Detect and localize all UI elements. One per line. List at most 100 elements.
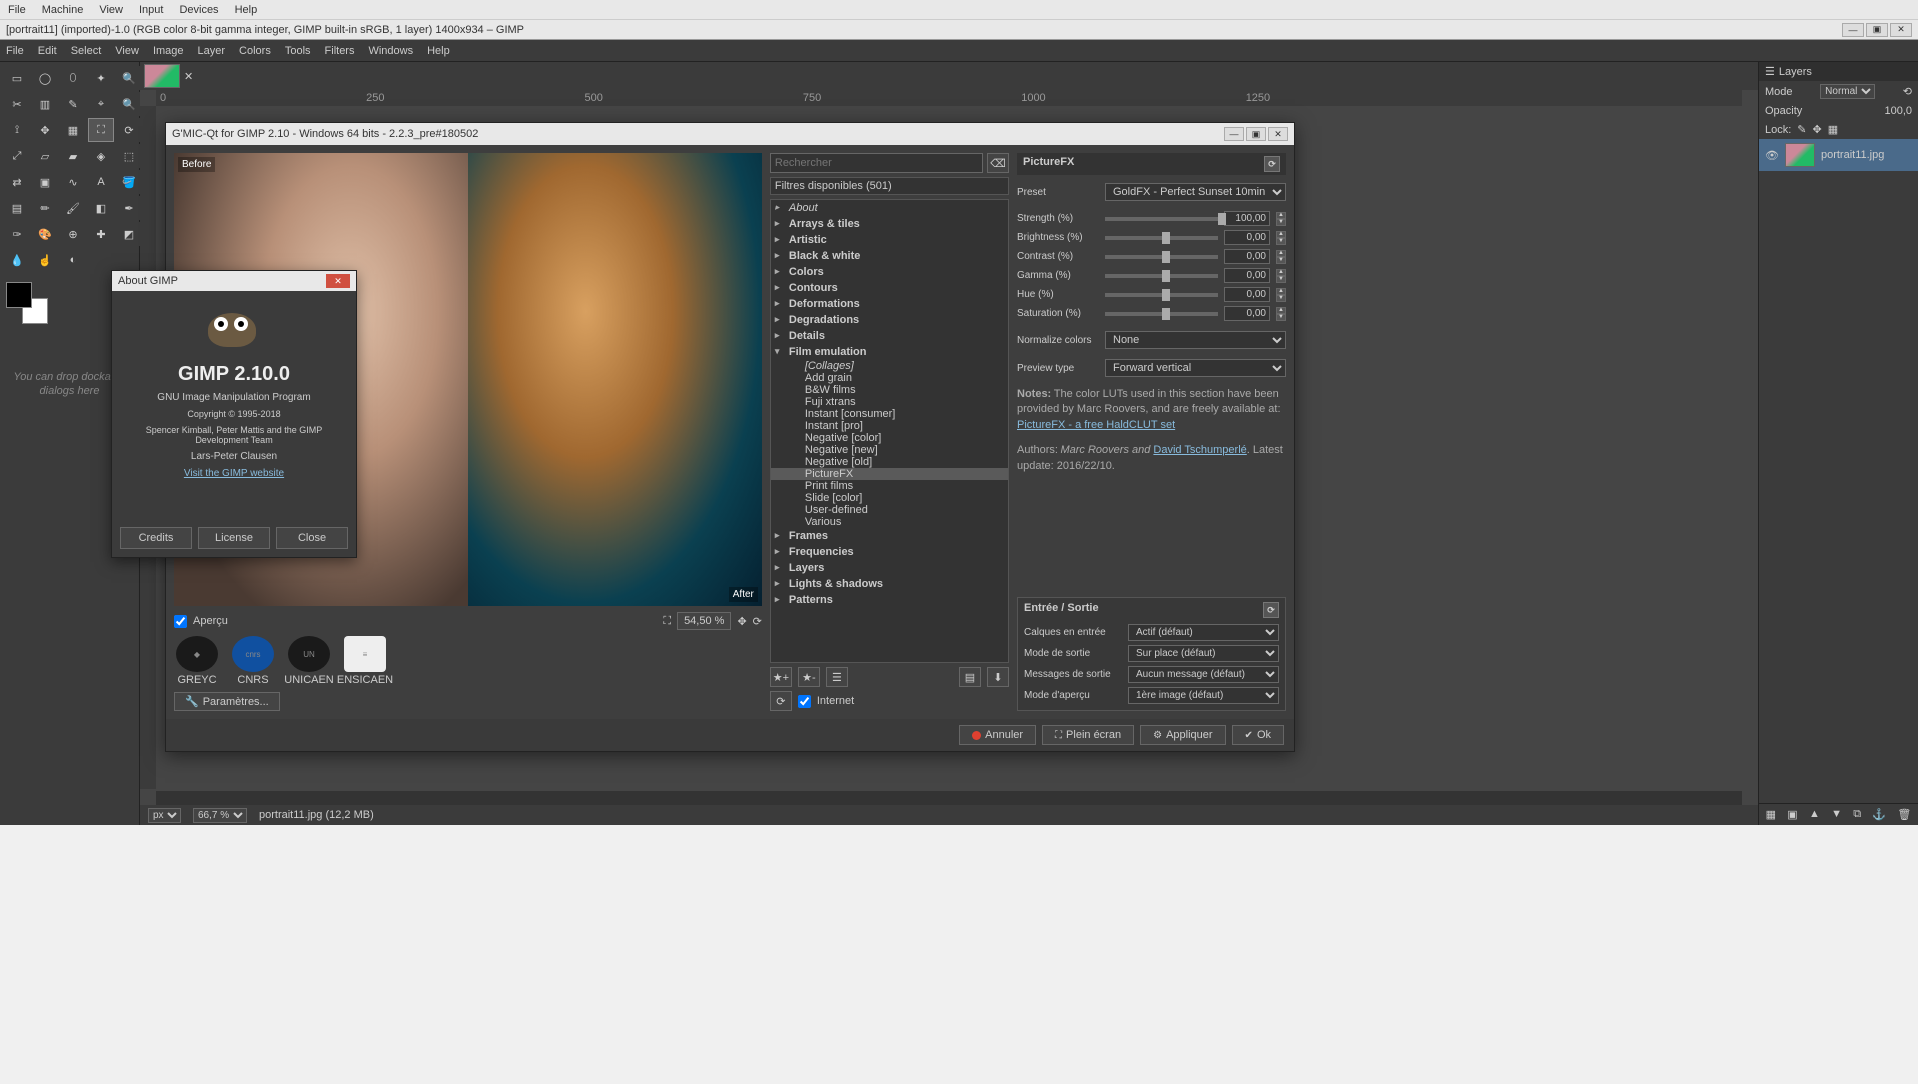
lock-pixels-icon[interactable]: ✎ xyxy=(1797,123,1806,136)
slider-value[interactable]: 100,00 xyxy=(1224,211,1270,226)
slider-spinner[interactable]: ▲▼ xyxy=(1276,307,1286,321)
io-select[interactable]: Sur place (défaut) xyxy=(1128,645,1279,662)
minimize-button[interactable]: — xyxy=(1842,23,1864,37)
menu-select[interactable]: Select xyxy=(71,45,102,57)
category-item[interactable]: Arrays & tiles xyxy=(771,216,1008,232)
slider-spinner[interactable]: ▲▼ xyxy=(1276,231,1286,245)
tool-flip[interactable]: ⇄ xyxy=(4,170,30,194)
category-item[interactable]: Deformations xyxy=(771,296,1008,312)
menu-filters[interactable]: Filters xyxy=(325,45,355,57)
sponsor-unicaen[interactable]: UNUNICAEN xyxy=(286,636,332,686)
gmic-maximize[interactable]: ▣ xyxy=(1246,127,1266,141)
filter-item[interactable]: Fuji xtrans xyxy=(771,396,1008,408)
filter-item[interactable]: Instant [consumer] xyxy=(771,408,1008,420)
slider-track[interactable] xyxy=(1105,274,1218,278)
io-refresh-icon[interactable]: ⟳ xyxy=(1263,602,1279,618)
menu-edit[interactable]: Edit xyxy=(38,45,57,57)
zoom-move-icon[interactable]: ✥ xyxy=(737,615,746,628)
category-item[interactable]: Frames xyxy=(771,528,1008,544)
maximize-button[interactable]: ▣ xyxy=(1866,23,1888,37)
tool-color-picker[interactable]: ⌖ xyxy=(88,92,114,116)
sponsor-greyc[interactable]: ◆GREYC xyxy=(174,636,220,686)
tool-cage[interactable]: ▣ xyxy=(32,170,58,194)
add-fave-icon[interactable]: ★+ xyxy=(770,667,792,687)
menu-help[interactable]: Help xyxy=(427,45,450,57)
remove-fave-icon[interactable]: ★- xyxy=(798,667,820,687)
filter-item[interactable]: Negative [old] xyxy=(771,456,1008,468)
slider-value[interactable]: 0,00 xyxy=(1224,249,1270,264)
tool-rotate[interactable]: ⟳ xyxy=(116,118,142,142)
tool-bucket[interactable]: 🪣 xyxy=(116,170,142,194)
collapse-icon[interactable]: ▤ xyxy=(959,667,981,687)
about-website-link[interactable]: Visit the GIMP website xyxy=(184,468,284,479)
filter-item[interactable]: Various xyxy=(771,516,1008,528)
lock-alpha-icon[interactable]: ▦ xyxy=(1828,123,1838,136)
io-select[interactable]: 1ère image (défaut) xyxy=(1128,687,1279,704)
menu-windows[interactable]: Windows xyxy=(368,45,413,57)
lock-position-icon[interactable]: ✥ xyxy=(1813,123,1822,136)
tool-heal[interactable]: ✚ xyxy=(88,222,114,246)
zoom-fit-icon[interactable]: ⛶ xyxy=(663,615,671,628)
tool-by-color[interactable]: 🔍 xyxy=(116,66,142,90)
slider-value[interactable]: 0,00 xyxy=(1224,306,1270,321)
category-item[interactable]: Frequencies xyxy=(771,544,1008,560)
normalize-select[interactable]: None xyxy=(1105,331,1286,349)
visibility-icon[interactable]: 👁 xyxy=(1765,149,1779,162)
close-button[interactable]: ✕ xyxy=(1890,23,1912,37)
filter-item[interactable]: Slide [color] xyxy=(771,492,1008,504)
category-item[interactable]: Contours xyxy=(771,280,1008,296)
author-link[interactable]: David Tschumperlé xyxy=(1153,444,1246,456)
host-menu-view[interactable]: View xyxy=(99,4,123,16)
slider-track[interactable] xyxy=(1105,255,1218,259)
anchor-layer-icon[interactable]: ⚓ xyxy=(1872,808,1886,821)
zoom-value[interactable]: 54,50 % xyxy=(677,612,731,630)
tool-perspective[interactable]: ▰ xyxy=(60,144,86,168)
preset-select[interactable]: GoldFX - Perfect Sunset 10min xyxy=(1105,183,1286,201)
gmic-titlebar[interactable]: G'MIC-Qt for GIMP 2.10 - Windows 64 bits… xyxy=(166,123,1294,145)
filter-item[interactable]: B&W films xyxy=(771,384,1008,396)
tool-free-select[interactable]: ⬯ xyxy=(60,66,86,90)
slider-track[interactable] xyxy=(1105,293,1218,297)
tool-zoom[interactable]: 🔍 xyxy=(116,92,142,116)
scrollbar-horizontal[interactable] xyxy=(156,791,1742,805)
category-item[interactable]: Film emulation xyxy=(771,344,1008,360)
slider-track[interactable] xyxy=(1105,217,1218,221)
category-item[interactable]: Lights & shadows xyxy=(771,576,1008,592)
preview-checkbox[interactable] xyxy=(174,615,187,628)
tool-move[interactable]: ✥ xyxy=(32,118,58,142)
mode-swap-icon[interactable]: ⟲ xyxy=(1903,85,1912,98)
cancel-button[interactable]: Annuler xyxy=(959,725,1036,745)
menu-layer[interactable]: Layer xyxy=(198,45,226,57)
filter-item[interactable]: Negative [color] xyxy=(771,432,1008,444)
host-menu-help[interactable]: Help xyxy=(235,4,258,16)
filter-item[interactable]: [Collages] xyxy=(771,360,1008,372)
category-item[interactable]: About xyxy=(771,200,1008,216)
tool-eraser[interactable]: ◧ xyxy=(88,196,114,220)
slider-spinner[interactable]: ▲▼ xyxy=(1276,212,1286,226)
category-item[interactable]: Black & white xyxy=(771,248,1008,264)
search-input[interactable] xyxy=(770,153,983,173)
filter-item[interactable]: Add grain xyxy=(771,372,1008,384)
internet-checkbox[interactable] xyxy=(798,695,811,708)
slider-track[interactable] xyxy=(1105,236,1218,240)
menu-tools[interactable]: Tools xyxy=(285,45,311,57)
unit-select[interactable]: px xyxy=(148,808,181,823)
about-close-icon[interactable]: ✕ xyxy=(326,274,350,288)
layer-up-icon[interactable]: ▲ xyxy=(1809,808,1820,821)
license-button[interactable]: License xyxy=(198,527,270,549)
category-item[interactable]: Patterns xyxy=(771,592,1008,608)
host-menu-devices[interactable]: Devices xyxy=(179,4,218,16)
close-button[interactable]: Close xyxy=(276,527,348,549)
tool-ellipse-select[interactable]: ◯ xyxy=(32,66,58,90)
tool-pencil[interactable]: ✏ xyxy=(32,196,58,220)
menu-view[interactable]: View xyxy=(115,45,139,57)
zoom-reset-icon[interactable]: ⟳ xyxy=(753,615,762,628)
io-select[interactable]: Actif (défaut) xyxy=(1128,624,1279,641)
tool-handle[interactable]: ⬚ xyxy=(116,144,142,168)
filter-item[interactable]: PictureFX xyxy=(771,468,1008,480)
menu-file[interactable]: File xyxy=(6,45,24,57)
tool-unified[interactable]: ◈ xyxy=(88,144,114,168)
tool-smudge[interactable]: ☝ xyxy=(32,248,58,272)
expand-icon[interactable]: ⬇ xyxy=(987,667,1009,687)
tool-perspective-clone[interactable]: ◩ xyxy=(116,222,142,246)
